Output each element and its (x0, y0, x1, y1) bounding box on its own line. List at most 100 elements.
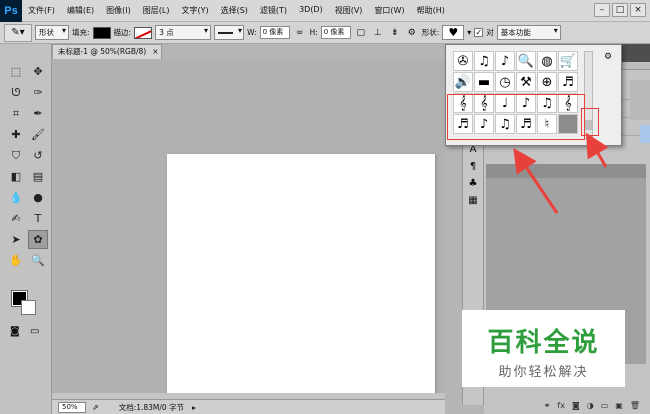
gradient-tool-icon[interactable]: ▤ (28, 167, 48, 186)
stroke-swatch[interactable] (134, 26, 153, 39)
align-edges-label: 对 (486, 28, 494, 37)
width-input[interactable]: 0 像素 (259, 26, 290, 39)
shape-tools-icon[interactable]: ⚒ (516, 72, 536, 92)
shape-globe-cursor-icon[interactable]: ◍ (537, 51, 557, 71)
fill-swatch[interactable] (92, 26, 111, 39)
stroke-type-select[interactable] (214, 25, 245, 40)
menu-item[interactable]: 图层(L) (137, 5, 176, 16)
canvas-area[interactable] (52, 59, 445, 414)
shape-picker-button[interactable]: ♥ (442, 25, 465, 40)
minimize-button[interactable]: – (594, 3, 610, 17)
maximize-button[interactable]: □ (612, 3, 628, 17)
hand-tool-icon[interactable]: ✋ (6, 251, 26, 270)
move-tool-icon[interactable]: ✥ (28, 62, 48, 81)
layer-row[interactable] (486, 164, 646, 178)
dodge-tool-icon[interactable]: ● (28, 188, 48, 207)
eraser-tool-icon[interactable]: ◧ (6, 167, 26, 186)
tool-preset-picker[interactable]: ✎▾ (4, 23, 32, 42)
height-input[interactable]: 0 像素 (320, 26, 351, 39)
menu-item[interactable]: 文字(Y) (175, 5, 214, 16)
chevron-down-icon[interactable]: ▾ (467, 28, 471, 37)
menu-item[interactable]: 视图(V) (329, 5, 369, 16)
healing-brush-tool-icon[interactable]: ✚ (6, 125, 26, 144)
document-canvas[interactable] (167, 154, 435, 414)
gear-icon[interactable]: ⚙ (604, 52, 612, 62)
shape-clock-icon[interactable]: ◷ (495, 72, 515, 92)
layers-footer: ⚭ fx ◙ ◑ ▭ ▣ 🗑 (484, 396, 650, 414)
eyedropper-tool-icon[interactable]: ✒ (28, 104, 48, 123)
stroke-label: 描边: (113, 28, 132, 37)
document-info: 文档:1.83M/0 字节 (118, 402, 185, 412)
align-edges-checkbox[interactable]: ✓ (474, 28, 484, 37)
menu-item[interactable]: 图像(I) (100, 5, 137, 16)
new-layer-icon[interactable]: ▣ (615, 401, 623, 410)
brush-presets-panel-icon[interactable]: ♣ (463, 175, 483, 192)
shape-bar-icon[interactable]: ▬ (474, 72, 494, 92)
close-icon[interactable]: × (152, 47, 158, 56)
photoshop-logo: Ps (0, 0, 22, 22)
gear-icon[interactable]: ⚙ (405, 26, 419, 40)
path-selection-tool-icon[interactable]: ➤ (6, 230, 26, 249)
trash-icon[interactable]: 🗑 (630, 401, 640, 410)
zoom-input[interactable]: 50% (58, 401, 86, 413)
lasso-tool-icon[interactable]: ᘎ (6, 83, 26, 102)
fx-icon[interactable]: fx (557, 401, 565, 410)
shape-film-reel-icon[interactable]: ✇ (453, 51, 473, 71)
watermark-subtitle: 助你轻松解决 (498, 365, 589, 380)
paragraph-panel-icon[interactable]: ¶ (463, 158, 483, 175)
annotation-highlight-box (581, 108, 599, 136)
shape-music-disc-icon[interactable]: ♫ (474, 51, 494, 71)
custom-shape-tool-icon[interactable]: ✿ (28, 230, 48, 249)
shape-music-score-icon[interactable]: ♬ (558, 72, 578, 92)
menu-items: 文件(F) 编辑(E) 图像(I) 图层(L) 文字(Y) 选择(S) 滤镜(T) 3D(D)… (22, 5, 451, 16)
brush-tool-icon[interactable]: 🖌 (28, 125, 48, 144)
shape-speaker-icon[interactable]: 🔊 (453, 72, 473, 92)
screen-mode-icon[interactable]: ▭ (30, 326, 39, 337)
heart-icon: ♥ (448, 26, 459, 39)
menu-item[interactable]: 编辑(E) (61, 5, 100, 16)
status-bar: 50% ⇗ 文档:1.83M/0 字节 ▸ (52, 399, 445, 414)
quick-mask-icon[interactable]: ◙ (10, 326, 20, 337)
document-tab[interactable]: 未标题-1 @ 50%(RGB/8) × (52, 44, 162, 59)
pen-tool-icon[interactable]: ✍ (6, 209, 26, 228)
marquee-tool-icon[interactable]: ⬚ (6, 62, 26, 81)
close-button[interactable]: × (630, 3, 646, 17)
status-menu-arrow[interactable]: ▸ (192, 403, 196, 412)
stroke-width-select[interactable]: 3 点 (155, 25, 212, 40)
export-icon[interactable]: ⇗ (92, 403, 99, 412)
link-layers-icon[interactable]: ⚭ (544, 401, 551, 410)
menu-item[interactable]: 窗口(W) (368, 5, 410, 16)
menu-item[interactable]: 帮助(H) (411, 5, 451, 16)
crop-tool-icon[interactable]: ⌗ (6, 104, 26, 123)
menu-item[interactable]: 选择(S) (215, 5, 254, 16)
menu-item[interactable]: 3D(D) (293, 5, 329, 16)
shape-magnifier-icon[interactable]: 🔍 (516, 51, 536, 71)
blur-tool-icon[interactable]: 💧 (6, 188, 26, 207)
workspace-select[interactable]: 基本功能 (496, 25, 561, 40)
watermark: 百科全说 助你轻松解决 (462, 310, 625, 387)
adjustment-layer-icon[interactable]: ◑ (587, 401, 594, 410)
history-brush-tool-icon[interactable]: ↺ (28, 146, 48, 165)
shape-music-note-circle-icon[interactable]: ♪ (495, 51, 515, 71)
swatches-panel-icon[interactable]: ▦ (463, 192, 483, 209)
zoom-tool-icon[interactable]: 🔍 (28, 251, 48, 270)
menu-bar: Ps 文件(F) 编辑(E) 图像(I) 图层(L) 文字(Y) 选择(S) 滤镜(T) 3D… (0, 0, 650, 22)
group-icon[interactable]: ▭ (601, 401, 609, 410)
link-icon[interactable]: ∞ (293, 26, 307, 40)
background-color-swatch[interactable] (21, 300, 36, 315)
document-title: 未标题-1 @ 50%(RGB/8) (58, 47, 147, 56)
tool-mode-select[interactable]: 形状 (35, 25, 69, 40)
type-tool-icon[interactable]: T (28, 209, 48, 228)
path-operations-icon[interactable]: ▢ (354, 26, 368, 40)
layer-mask-icon[interactable]: ◙ (572, 401, 580, 410)
path-arrangement-icon[interactable]: ⇟ (388, 26, 402, 40)
custom-shape-tool-icon: ✎▾ (11, 27, 25, 38)
menu-item[interactable]: 文件(F) (22, 5, 61, 16)
quick-select-tool-icon[interactable]: ✑ (28, 83, 48, 102)
menu-item[interactable]: 滤镜(T) (254, 5, 293, 16)
selected-layer-highlight (640, 125, 650, 143)
path-alignment-icon[interactable]: ⊥ (371, 26, 385, 40)
clone-stamp-tool-icon[interactable]: ⛉ (6, 146, 26, 165)
shape-world-globe-icon[interactable]: ⊕ (537, 72, 557, 92)
shape-shopping-cart-icon[interactable]: 🛒 (558, 51, 578, 71)
